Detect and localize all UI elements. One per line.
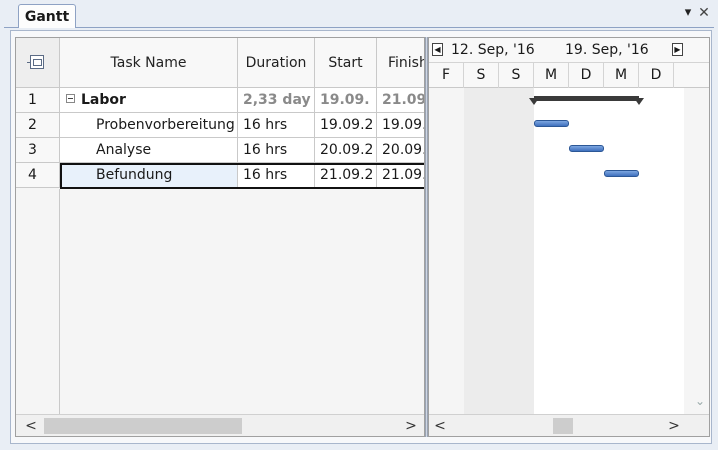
summary-bar-labor[interactable] [534, 96, 639, 101]
task-bar-probenvorbereitung[interactable] [534, 120, 569, 127]
summary-bar-end-cap [634, 98, 644, 105]
scroll-left-arrow[interactable]: < [431, 415, 449, 436]
duration-cell[interactable]: 16 hrs [238, 113, 315, 138]
chart-right-margin [684, 88, 709, 416]
summary-bar-start-cap [529, 98, 539, 105]
start-cell[interactable]: 19.09. [315, 88, 377, 113]
task-name-cell[interactable]: Analyse [60, 138, 238, 163]
chart-background [429, 88, 464, 416]
close-icon[interactable]: ✕ [696, 5, 712, 21]
scroll-thumb[interactable] [44, 418, 242, 434]
header-duration[interactable]: Duration [238, 38, 315, 88]
weekend-shading [464, 88, 534, 416]
day-label: M [534, 63, 569, 88]
task-name-cell[interactable]: Befundung [60, 163, 238, 188]
day-label: S [464, 63, 499, 88]
task-bar-analyse[interactable] [569, 145, 604, 152]
timescale-next-icon[interactable]: ▶ [672, 43, 683, 56]
header-task-name[interactable]: Task Name [60, 38, 238, 88]
task-name-cell[interactable]: Labor [60, 88, 238, 113]
header-finish[interactable]: Finish [377, 38, 424, 88]
finish-cell[interactable]: 21.09 [377, 88, 424, 113]
workday-area [534, 88, 684, 416]
finish-cell[interactable]: 21.09. [377, 163, 424, 188]
week-label: 12. Sep, '16 [451, 42, 535, 58]
start-cell[interactable]: 19.09.2 [315, 113, 377, 138]
scroll-right-arrow[interactable]: > [665, 415, 683, 436]
row-number[interactable]: 4 [16, 163, 60, 188]
duration-cell[interactable]: 2,33 day [238, 88, 315, 113]
task-grid: Task Name Duration Start Finish 1 Labor … [15, 37, 425, 437]
row-number[interactable]: 2 [16, 113, 60, 138]
row-number[interactable]: 1 [16, 88, 60, 113]
gantt-chart: ◀ 12. Sep, '16 19. Sep, '16 ▶ F S S M D … [428, 37, 710, 437]
scroll-right-arrow[interactable]: > [402, 415, 420, 436]
day-label: D [639, 63, 674, 88]
day-label: D [569, 63, 604, 88]
select-all-corner[interactable] [16, 38, 60, 88]
finish-cell[interactable]: 19.09. [377, 113, 424, 138]
dropdown-icon[interactable]: ▾ [680, 5, 696, 21]
week-label: 19. Sep, '16 [565, 42, 649, 58]
task-name-cell[interactable]: Probenvorbereitung [60, 113, 238, 138]
finish-cell[interactable]: 20.09. [377, 138, 424, 163]
row-number[interactable]: 3 [16, 138, 60, 163]
tab-gantt[interactable]: Gantt [18, 4, 76, 28]
chart-horizontal-scrollbar[interactable]: < > [429, 414, 709, 436]
day-label: M [604, 63, 639, 88]
scroll-down-arrow[interactable]: ⌄ [695, 394, 705, 408]
grid-layout-icon [27, 55, 44, 69]
gantt-frame: Task Name Duration Start Finish 1 Labor … [10, 30, 712, 444]
collapse-icon[interactable] [66, 93, 75, 103]
scroll-thumb[interactable] [553, 418, 573, 434]
start-cell[interactable]: 20.09.2 [315, 138, 377, 163]
duration-cell[interactable]: 16 hrs [238, 138, 315, 163]
day-label: S [499, 63, 534, 88]
day-label: F [429, 63, 464, 88]
timescale-prev-icon[interactable]: ◀ [432, 43, 443, 56]
scroll-left-arrow[interactable]: < [22, 415, 40, 436]
task-name-text: Labor [81, 92, 126, 108]
start-cell[interactable]: 21.09.2 [315, 163, 377, 188]
row-header-empty [16, 189, 60, 415]
timescale-weeks: ◀ 12. Sep, '16 19. Sep, '16 ▶ [429, 38, 709, 63]
timescale: ◀ 12. Sep, '16 19. Sep, '16 ▶ F S S M D … [429, 38, 709, 88]
grid-horizontal-scrollbar[interactable]: < > [16, 414, 424, 436]
task-bar-befundung[interactable] [604, 170, 639, 177]
header-start[interactable]: Start [315, 38, 377, 88]
tabstrip-line [4, 27, 714, 28]
duration-cell[interactable]: 16 hrs [238, 163, 315, 188]
